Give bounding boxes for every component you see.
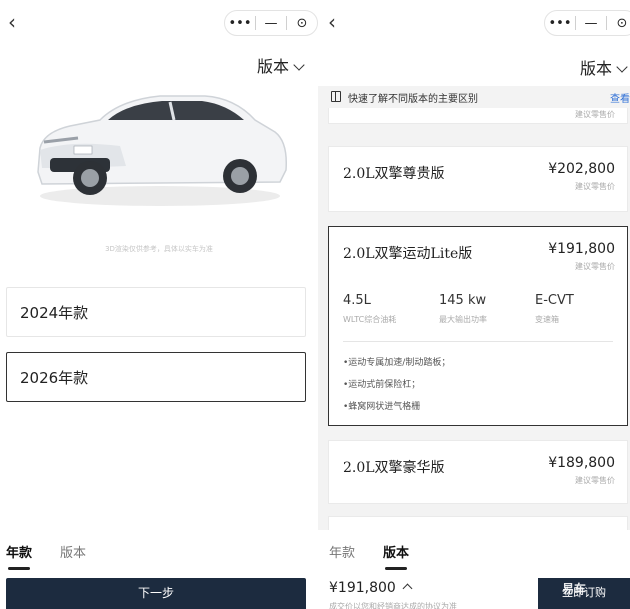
- feature-item: •运动式前保险杠；: [343, 380, 421, 390]
- more-icon[interactable]: •••: [545, 16, 575, 31]
- mini-program-capsule: ••• — ⊙: [544, 10, 630, 36]
- render-disclaimer: 3D渲染仅供参考，具体以实车为准: [105, 245, 213, 253]
- feature-item: •蜂窝网状进气格栅: [343, 402, 421, 412]
- version-card[interactable]: 2.0L双擎豪华版 ¥189,800 建议零售价: [328, 440, 628, 504]
- compare-banner: 快速了解不同版本的主要区别 查看: [318, 86, 630, 108]
- price-disclaimer: 成交价以您和经销商达成的协议为准: [329, 602, 457, 609]
- close-icon[interactable]: ⊙: [607, 16, 630, 31]
- step-tabs: 年款 版本: [6, 542, 114, 570]
- version-price: ¥189,800: [548, 455, 615, 471]
- spec-fuel: 4.5L WLTC综合油耗: [343, 293, 396, 325]
- spec-label: 最大输出功率: [439, 315, 487, 324]
- left-screen: ‹ ••• — ⊙ 版本 3D渲染仅供参考，具体以实车为准 2024年款 202…: [0, 0, 318, 609]
- version-price-note: 建议零售价: [575, 476, 615, 485]
- compare-link[interactable]: 查看: [610, 90, 630, 105]
- chevron-up-icon: [402, 583, 413, 594]
- spec-label: 变速箱: [535, 315, 559, 324]
- back-icon[interactable]: ‹: [328, 12, 336, 32]
- next-step-button[interactable]: 下一步: [6, 578, 306, 609]
- divider: [343, 341, 613, 342]
- chevron-down-icon: [293, 59, 305, 71]
- version-dropdown[interactable]: 版本: [580, 55, 628, 79]
- book-icon: [331, 91, 341, 102]
- total-price-value: ¥191,800: [329, 580, 396, 596]
- chevron-down-icon: [616, 61, 628, 73]
- tab-version[interactable]: 版本: [60, 542, 86, 561]
- compare-text: 快速了解不同版本的主要区别: [348, 94, 478, 105]
- version-card[interactable]: 2.0L双擎尊贵版 ¥202,800 建议零售价: [328, 146, 628, 212]
- version-dropdown-label: 版本: [257, 57, 290, 76]
- tab-version[interactable]: 版本: [383, 542, 409, 570]
- version-price: ¥191,800: [548, 241, 615, 257]
- bottom-bar: 年款 版本 ¥191,800 成交价以您和经销商达成的协议为准 立即订购 易车: [318, 530, 630, 609]
- minimize-icon[interactable]: —: [256, 16, 286, 31]
- version-price: ¥202,800: [548, 161, 615, 177]
- car-image: [30, 80, 290, 210]
- tab-year[interactable]: 年款: [6, 542, 32, 570]
- step-tabs: 年款 版本: [329, 542, 437, 570]
- spec-value: E-CVT: [535, 293, 574, 308]
- year-option-2026[interactable]: 2026年款: [6, 352, 306, 402]
- version-dropdown[interactable]: 版本: [257, 53, 305, 77]
- feature-item: •运动专属加速/制动踏板；: [343, 358, 451, 368]
- price-sub-label: 建议零售价: [575, 110, 615, 119]
- more-icon[interactable]: •••: [225, 16, 255, 31]
- right-screen: ‹ ••• — ⊙ 版本 建议零售价 快速了解不同版本的主要区别 查看 2.0L…: [318, 0, 630, 609]
- version-name: 2.0L双擎尊贵版: [343, 166, 445, 182]
- mini-program-capsule: ••• — ⊙: [224, 10, 318, 36]
- close-icon[interactable]: ⊙: [287, 16, 317, 31]
- minimize-icon[interactable]: —: [576, 16, 606, 31]
- tab-year[interactable]: 年款: [329, 542, 355, 561]
- car-render-icon: [37, 95, 288, 206]
- spec-transmission: E-CVT 变速箱: [535, 293, 574, 325]
- spec-value: 145 kw: [439, 293, 487, 308]
- version-dropdown-label: 版本: [580, 59, 613, 78]
- version-name: 2.0L双擎豪华版: [343, 460, 445, 476]
- back-icon[interactable]: ‹: [8, 12, 16, 32]
- year-option-2024[interactable]: 2024年款: [6, 287, 306, 337]
- version-price-note: 建议零售价: [575, 262, 615, 271]
- spec-power: 145 kw 最大输出功率: [439, 293, 487, 325]
- version-price-note: 建议零售价: [575, 182, 615, 191]
- watermark-logo: 易车: [562, 582, 587, 596]
- spec-value: 4.5L: [343, 293, 371, 308]
- version-name: 2.0L双擎运动Lite版: [343, 246, 473, 262]
- spec-label: WLTC综合油耗: [343, 315, 397, 324]
- total-price[interactable]: ¥191,800: [329, 580, 413, 596]
- version-card-selected[interactable]: 2.0L双擎运动Lite版 ¥191,800 建议零售价 4.5L WLTC综合…: [328, 226, 628, 426]
